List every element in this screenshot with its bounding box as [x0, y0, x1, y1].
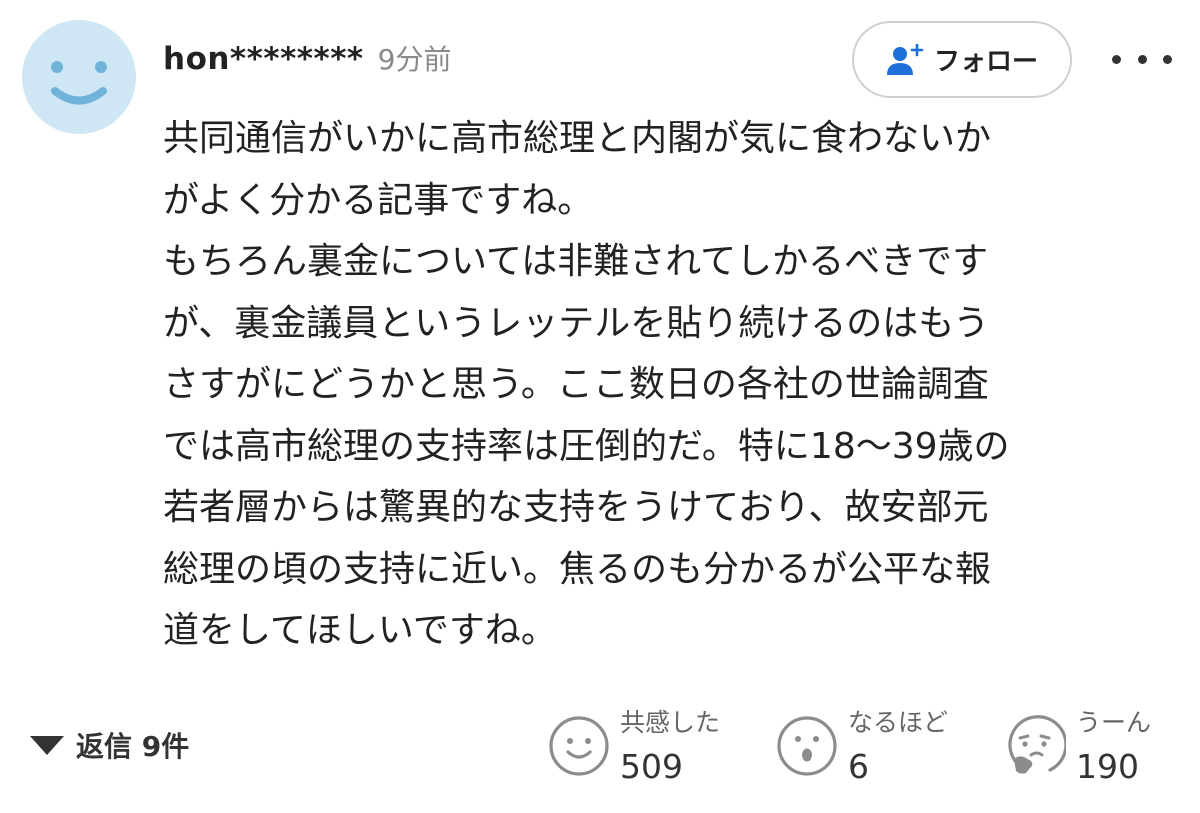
reaction-count: 6	[848, 747, 869, 786]
comment-line: 共同通信がいかに高市総理と内閣が気に食わないか	[163, 118, 992, 159]
comment-line: もちろん裏金については非難されてしかるべきです	[163, 241, 989, 282]
caret-down-icon	[30, 735, 64, 755]
comment-line: さすがにどうかと思う。ここ数日の各社の世論調査	[163, 364, 989, 405]
naruhodo-reaction-button[interactable]: なるほど 6	[776, 703, 948, 793]
add-user-icon	[886, 43, 924, 75]
reaction-label: うーん	[1076, 708, 1152, 737]
comment-body: 共同通信がいかに高市総理と内閣が気に食わないか がよく分かる記事ですね。 もちろ…	[163, 108, 1163, 662]
comment-line: 総理の頃の支持に近い。焦るのも分かるが公平な報	[163, 548, 992, 590]
follow-label: フォロー	[933, 47, 1038, 77]
more-options-icon[interactable]	[1112, 44, 1172, 74]
uun-reaction-button[interactable]: うーん 190	[1004, 703, 1151, 793]
reaction-count: 509	[620, 747, 683, 786]
comment-line: が、裏金議員というレッテルを貼り続けるのはもう	[163, 302, 990, 344]
replies-label: 返信 9件	[76, 730, 190, 763]
reaction-label: なるほど	[848, 708, 949, 737]
post-time: 9分前	[377, 43, 452, 76]
smile-face-icon	[549, 716, 609, 776]
surprised-face-icon	[777, 716, 837, 776]
reaction-label: 共感した	[620, 708, 721, 737]
comment-header: hon******** 9分前	[163, 38, 451, 88]
comment-line: 若者層からは驚異的な支持をうけており、故安部元	[163, 487, 989, 528]
reaction-count: 190	[1076, 747, 1139, 786]
comment-line: では高市総理の支持率は圧倒的だ。特に18〜39歳の	[163, 425, 1010, 467]
avatar[interactable]	[22, 20, 136, 134]
comment-line: がよく分かる記事ですね。	[163, 179, 594, 221]
smiley-avatar-icon	[51, 61, 107, 105]
follow-button[interactable]: フォロー	[852, 21, 1072, 98]
thinking-face-icon	[1008, 715, 1066, 774]
username[interactable]: hon********	[163, 41, 364, 77]
comment-line: 道をしてほしいですね。	[163, 610, 557, 651]
empathy-reaction-button[interactable]: 共感した 509	[548, 703, 720, 793]
replies-toggle[interactable]: 返信 9件	[30, 725, 189, 765]
